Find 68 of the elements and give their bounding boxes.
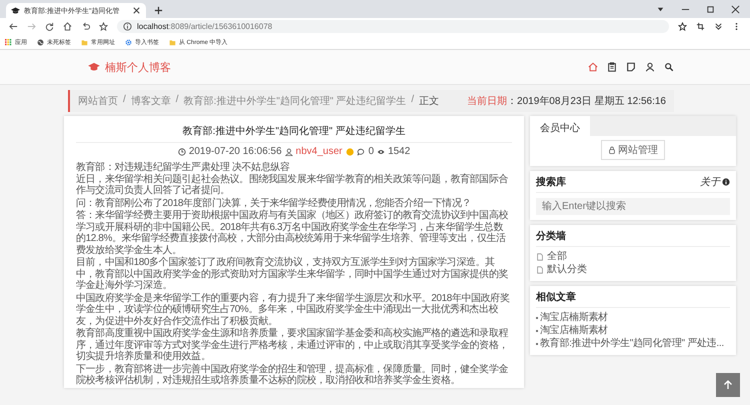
back-to-top-button[interactable] [716, 373, 740, 397]
star-icon[interactable] [678, 22, 687, 31]
article-paragraph: 目前，中国和180多个国家签订了政府间教育交流协议，支持双方互派学生到对方国家学习深造。其中，教育部以中国政府奖学金的形式资助对方国家学生来华留学，同时中国学生通过对方国家提供的奖学金赴海外学习深造。 [76, 257, 510, 292]
globe-icon [37, 38, 44, 46]
member-tab[interactable]: 会员中心 [530, 116, 590, 136]
clock-icon [178, 148, 186, 156]
lock-icon [608, 146, 616, 154]
comment-count: 0 [368, 146, 374, 157]
folder-icon [169, 38, 176, 46]
grid-icon [5, 38, 12, 46]
breadcrumb-current: 正文 [419, 94, 439, 108]
about-link[interactable]: 关于 [700, 175, 720, 189]
article-paragraph: 近日，来华留学相关问题引起社会热议。围绕我国发展来华留学教育的相关政策等问题，教育部国际合作与交流司负责人回答了记者提问。 [76, 174, 510, 196]
undo-icon[interactable] [81, 22, 90, 31]
author-link[interactable]: nbv4_user [296, 146, 342, 157]
category-title: 分类墙 [536, 230, 567, 243]
comment-icon [357, 148, 366, 156]
info-icon [123, 22, 132, 31]
article-date: 2019-07-20 16:06:56 [188, 146, 282, 157]
related-article-link[interactable]: 教育部:推进中外学生"趋同化管理" 严处违... [540, 337, 724, 350]
home-icon[interactable] [63, 22, 72, 31]
view-count: 1542 [388, 146, 410, 157]
category-link[interactable]: 全部 [547, 250, 567, 263]
related-title: 相似文章 [536, 290, 577, 304]
date-value: ：2019年08月23日 星期五 12:56:16 [507, 94, 666, 108]
breadcrumb-separator: / [176, 94, 179, 107]
article-paragraph: 教育部高度重视中国政府奖学金生源和培养质量，要求国家留学基金委和高校实施严格的遴选和录取程序，通过年度评审等方式对奖学金生进行严格考核，未通过评审的，中止或取消其享受奖学金的资格，切实提升培养质量和使用效益。 [76, 328, 510, 362]
search-field[interactable]: 输入Enter键以搜索 [536, 198, 730, 215]
breadcrumb-separator: / [411, 94, 414, 107]
article-title: 教育部:推进中外学生"趋同化管理" 严处违纪留学生 [76, 121, 512, 143]
chevron-down-icon[interactable] [714, 22, 723, 31]
badge-icon [346, 148, 354, 156]
search-icon[interactable] [664, 62, 674, 72]
arrow-up-icon [722, 379, 734, 391]
related-article-link[interactable]: 淘宝店楠斯素材 [540, 324, 608, 337]
crop-icon[interactable] [696, 22, 705, 31]
user-icon[interactable] [645, 62, 655, 72]
new-tab-icon[interactable] [154, 6, 163, 15]
user-icon [284, 148, 293, 156]
graduation-cap-icon [88, 62, 100, 72]
note-icon[interactable] [626, 62, 636, 72]
site-admin-button[interactable]: 网站管理 [601, 140, 665, 160]
close-icon[interactable] [731, 5, 740, 14]
maximize-icon[interactable] [706, 5, 715, 14]
article-paragraph: 下一步，教育部将进一步完善中国政府奖学金的招生和管理，提高标准，保障质量。同时，健全奖学金院校考核评估机制，对违规招生或培养质量不达标的院校，取消招收和培养奖学金生资格。 [76, 364, 510, 386]
star-icon[interactable] [99, 22, 108, 31]
home-icon[interactable] [588, 62, 598, 72]
category-link[interactable]: 默认分类 [547, 263, 587, 276]
folder-icon [81, 38, 88, 46]
article-paragraph: 答：来华留学经费主要用于资助根据中国政府与有关国家（地区）政府签订的教育交流协议到中国高校学习或开展科研的非中国籍公民。2018年共有6.3万名中国政府奖学金生在华学习，占来华留学生总数的12.8%。来华留学经费直接拨付高校，大部分由高校统筹用于来华留学生培养、管理等支出，仅生活费发放给奖学金生本人。 [76, 210, 510, 256]
article-paragraph: 教育部：对违规违纪留学生严肃处理 决不姑息纵容 [76, 162, 291, 174]
dropdown-icon[interactable] [656, 5, 665, 14]
info-icon [722, 178, 730, 186]
graduation-cap-icon [11, 6, 20, 15]
back-arrow-icon[interactable] [9, 22, 18, 31]
site-logo[interactable]: 楠斯个人博客 [88, 60, 171, 74]
date-label: 当前日期 [467, 94, 508, 108]
address-field[interactable]: localhost:8089/article/1563610016078 [117, 20, 669, 33]
close-icon[interactable] [132, 6, 141, 15]
article-paragraph: 问：教育部刚公布了2018年度部门决算，关于来华留学经费使用情况，您能否介绍一下情况？ [76, 198, 472, 209]
clipboard-icon[interactable] [607, 62, 617, 72]
article-paragraph: 中国政府奖学金是来华留学工作的重要内容，有力提升了来华留学生源层次和水平。2018年中国政府奖学金生中，攻读学位的硕博研究生占70%。多年来，中国政府奖学金生中涌现出一大批优秀和杰出校友，为促进中外友好合作交流作出了积极贡献。 [76, 292, 510, 327]
search-title: 搜索库 [536, 175, 567, 189]
related-article-link[interactable]: 淘宝店楠斯素材 [540, 311, 608, 324]
gear-icon [125, 38, 132, 46]
breadcrumb-separator: / [123, 94, 126, 107]
reload-icon[interactable] [45, 22, 54, 31]
eye-icon [376, 148, 385, 156]
